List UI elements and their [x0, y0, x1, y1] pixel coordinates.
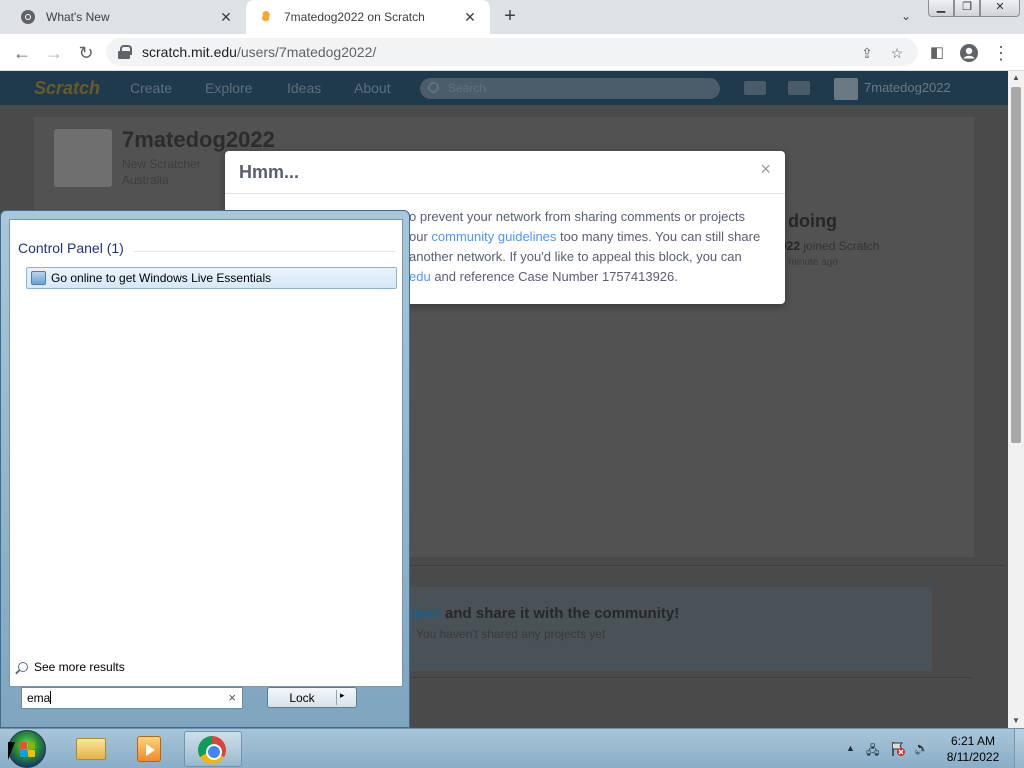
tab-title: 7matedog2022 on Scratch — [284, 10, 425, 24]
media-player-icon — [137, 736, 161, 762]
minimize-button[interactable]: ▁ — [928, 0, 954, 17]
modal-title: Hmm... — [239, 162, 300, 182]
profile-avatar — [54, 129, 112, 187]
tab-strip: What's New ✕ 7matedog2022 on Scratch ✕ +… — [0, 0, 1024, 34]
chrome-icon — [20, 9, 36, 25]
scratch-icon — [258, 9, 274, 25]
scroll-down-arrow-icon[interactable]: ▼ — [1008, 714, 1024, 728]
profile-location: Australia — [122, 173, 169, 187]
tab-close-icon[interactable]: ✕ — [462, 9, 478, 26]
share-title: roject and share it with the community! — [400, 605, 680, 622]
taskbar: ▲ 🖧 🔊 6:21 AM 8/11/2022 — [0, 728, 1024, 768]
action-center-icon[interactable] — [890, 741, 906, 760]
volume-icon[interactable]: 🔊 — [914, 741, 929, 755]
profile-username: 7matedog2022 — [122, 127, 275, 152]
folder-icon — [76, 738, 106, 760]
activity-item: 022 joined Scratch — [780, 239, 880, 253]
browser-toolbar: ← → ↻ scratch.mit.edu/users/7matedog2022… — [0, 34, 1024, 71]
search-result-item[interactable]: Go online to get Windows Live Essentials — [26, 267, 397, 289]
window-controls: ▁ ❐ ✕ — [928, 0, 1020, 18]
system-clock[interactable]: 6:21 AM 8/11/2022 — [936, 733, 1010, 765]
modal-header: Hmm... × — [225, 151, 785, 194]
network-icon[interactable]: 🖧 — [866, 741, 879, 762]
tab-scratch-profile[interactable]: 7matedog2022 on Scratch ✕ — [246, 0, 490, 34]
scroll-up-arrow-icon[interactable]: ▲ — [1008, 71, 1024, 85]
nav-create[interactable]: Create — [130, 80, 172, 96]
scroll-thumb[interactable] — [1011, 87, 1021, 443]
address-bar[interactable]: scratch.mit.edu/users/7matedog2022/ ⇪ ☆ — [106, 38, 918, 66]
activity-time: 1 minute ago — [780, 257, 838, 268]
scratch-navbar: Scratch Create Explore Ideas About Searc… — [0, 71, 1008, 105]
share-icon[interactable]: ⇪ — [858, 44, 876, 62]
group-divider — [134, 251, 396, 252]
nav-explore[interactable]: Explore — [205, 80, 252, 96]
clear-search-icon[interactable]: × — [228, 690, 236, 705]
results-group-heading[interactable]: Control Panel (1) — [18, 240, 124, 256]
nav-about[interactable]: About — [354, 80, 391, 96]
close-window-button[interactable]: ✕ — [980, 0, 1020, 17]
share-project-card: roject and share it with the community! … — [400, 587, 932, 671]
lock-button[interactable]: Lock ▸ — [267, 687, 357, 708]
chrome-taskbar-button[interactable] — [184, 731, 242, 767]
lock-options-arrow-icon[interactable]: ▸ — [340, 690, 345, 701]
chrome-icon — [198, 736, 226, 764]
forward-arrow-icon[interactable]: → — [41, 40, 67, 66]
close-icon[interactable]: × — [760, 159, 771, 180]
avatar[interactable] — [834, 78, 858, 100]
messages-icon[interactable] — [744, 81, 766, 95]
search-icon — [428, 82, 439, 93]
tab-title: What's New — [46, 10, 110, 24]
search-result-label: Go online to get Windows Live Essentials — [51, 271, 272, 285]
back-arrow-icon[interactable]: ← — [9, 40, 35, 66]
see-more-results-link[interactable]: See more results — [18, 660, 125, 674]
clock-date: 8/11/2022 — [946, 750, 1000, 764]
nav-ideas[interactable]: Ideas — [287, 80, 321, 96]
help-email-link[interactable]: edu — [409, 269, 431, 284]
start-search-input[interactable]: ema × — [21, 687, 243, 709]
my-stuff-icon[interactable] — [788, 81, 810, 95]
mouse-cursor-icon — [8, 742, 22, 760]
start-menu: Control Panel (1) Go online to get Windo… — [0, 210, 410, 728]
control-panel-icon — [31, 271, 46, 285]
menu-kebab-icon[interactable]: ⋮ — [988, 40, 1014, 66]
share-subtitle: You haven't shared any projects yet — [416, 627, 606, 641]
tab-close-icon[interactable]: ✕ — [218, 9, 234, 26]
profile-status: New Scratcher — [122, 157, 201, 171]
side-panel-icon[interactable]: ◧ — [924, 40, 950, 66]
media-player-taskbar-button[interactable] — [122, 731, 176, 767]
show-hidden-icons-icon[interactable]: ▲ — [846, 743, 855, 753]
tab-search-icon[interactable]: ⌄ — [896, 6, 916, 26]
show-desktop-button[interactable] — [1014, 729, 1024, 768]
scratch-search-input[interactable]: Search — [420, 78, 720, 99]
scratch-logo[interactable]: Scratch — [34, 78, 100, 99]
page-scrollbar[interactable]: ▲ ▼ — [1008, 71, 1024, 728]
bookmark-star-icon[interactable]: ☆ — [888, 44, 906, 62]
account-username[interactable]: 7matedog2022 — [864, 80, 951, 95]
magnifier-icon — [18, 662, 28, 672]
search-results-pane: Control Panel (1) Go online to get Windo… — [9, 219, 403, 687]
profile-icon[interactable] — [956, 40, 982, 66]
new-tab-button[interactable]: + — [498, 4, 522, 28]
community-guidelines-link[interactable]: community guidelines — [431, 229, 556, 244]
clock-time: 6:21 AM — [950, 734, 996, 748]
tab-whats-new[interactable]: What's New ✕ — [8, 0, 246, 34]
lock-icon[interactable] — [118, 45, 132, 59]
url-text: scratch.mit.edu/users/7matedog2022/ — [142, 44, 377, 60]
restore-button[interactable]: ❐ — [954, 0, 980, 17]
reload-icon[interactable]: ↻ — [73, 40, 99, 66]
windows-explorer-taskbar-button[interactable] — [62, 731, 116, 767]
